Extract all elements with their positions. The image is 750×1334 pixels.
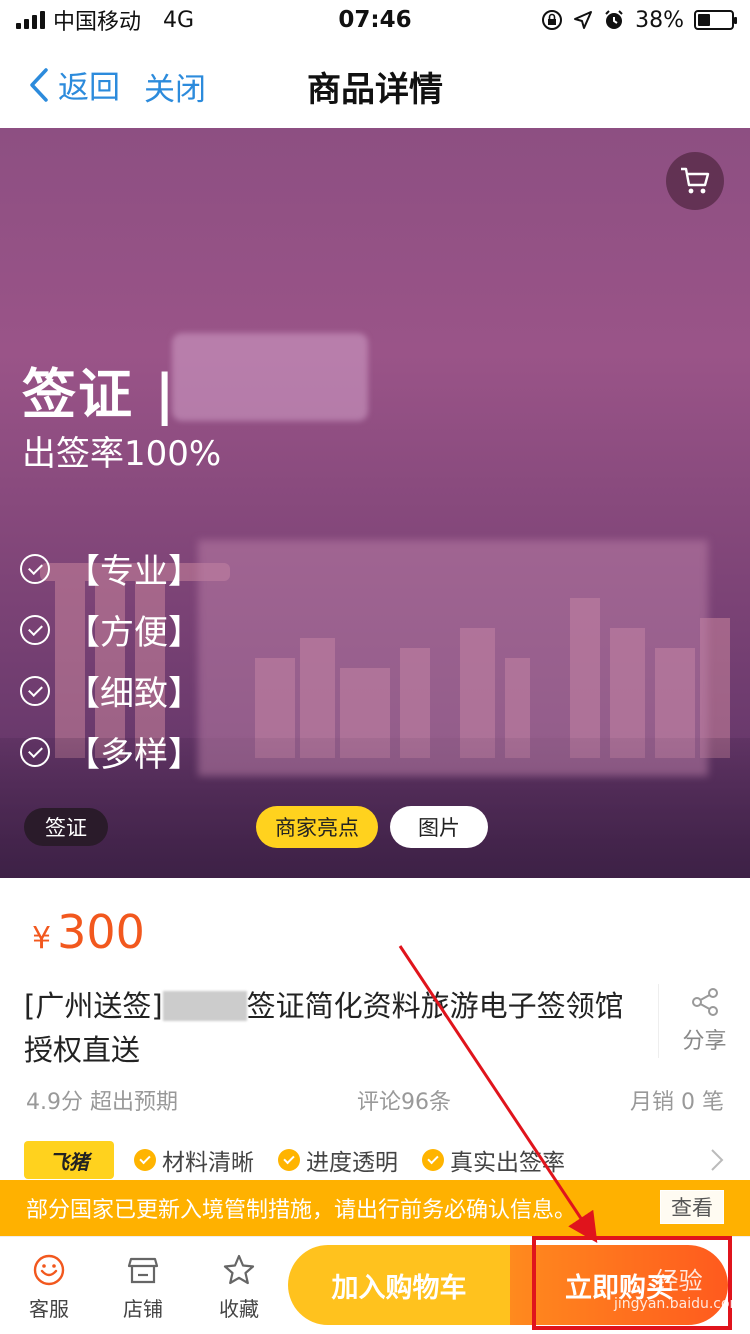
add-to-cart-button[interactable]: 加入购物车 (288, 1245, 510, 1325)
category-tag: 签证 (24, 808, 108, 846)
check-badge-icon (422, 1149, 444, 1171)
bottom-action-bar: 客服 店铺 收藏 加入购物车 立即购买 (0, 1236, 750, 1334)
price: ¥ 300 (32, 905, 145, 959)
signal-icon (16, 11, 45, 29)
product-hero-image[interactable]: 签证 | 出签率100% 【专业】 【方便】 【细致】 【多样】 签证 商家亮点… (0, 128, 750, 878)
battery-icon (694, 10, 737, 30)
battery-fill (698, 14, 711, 26)
chevron-right-icon[interactable] (710, 1148, 724, 1178)
feature-item: 【专业】 (20, 538, 202, 599)
star-icon (223, 1254, 255, 1285)
carrier-label: 中国移动 (53, 10, 142, 35)
share-icon (691, 988, 718, 1016)
store-label: 店铺 (123, 1297, 163, 1321)
store-button[interactable]: 店铺 (108, 1253, 178, 1322)
check-badge-icon (278, 1149, 300, 1171)
page-title: 商品详情 (307, 70, 443, 110)
redacted-text (162, 991, 247, 1021)
check-circle-icon (20, 614, 50, 645)
cart-icon (681, 167, 710, 194)
feature-item: 【多样】 (20, 721, 202, 782)
alarm-icon (605, 10, 623, 29)
check-circle-icon (20, 736, 50, 767)
feature-label: 【方便】 (66, 613, 202, 653)
check-badge-icon (134, 1149, 156, 1171)
share-button[interactable]: 分享 (658, 984, 750, 1058)
status-bar: 中国移动 4G 07:46 38% (0, 0, 750, 40)
badge-label: 真实出签率 (450, 1150, 565, 1176)
badge-item: 材料清晰 (134, 1143, 254, 1177)
network-label: 4G (163, 7, 195, 33)
feature-label: 【细致】 (66, 674, 202, 714)
customer-service-icon (33, 1254, 65, 1286)
favorite-button[interactable]: 收藏 (204, 1253, 274, 1322)
currency-symbol: ¥ (32, 921, 52, 956)
customer-service-label: 客服 (29, 1297, 69, 1321)
feature-label: 【多样】 (66, 735, 202, 775)
store-icon (127, 1257, 159, 1284)
rotation-lock-icon (542, 10, 563, 30)
cart-button[interactable] (666, 152, 724, 210)
redacted-text (172, 333, 368, 421)
check-circle-icon (20, 553, 50, 584)
product-title-prefix: [广州送签] (24, 989, 163, 1023)
feature-item: 【细致】 (20, 660, 202, 721)
service-badges[interactable]: 飞猪 材料清晰 进度透明 真实出签率 (24, 1140, 744, 1180)
share-label: 分享 (682, 1029, 727, 1054)
hero-subtitle: 出签率100% (22, 434, 222, 474)
favorite-label: 收藏 (219, 1297, 259, 1321)
tab-images[interactable]: 图片 (390, 806, 488, 848)
feature-label: 【专业】 (66, 552, 202, 592)
badge-label: 材料清晰 (162, 1150, 254, 1176)
notice-text: 部分国家已更新入境管制措施，请出行前务必确认信息。 (26, 1198, 577, 1223)
feature-item: 【方便】 (20, 599, 202, 660)
nav-bar: 返回 关闭 商品详情 (0, 40, 750, 128)
hero-title: 签证 | (22, 363, 177, 426)
monthly-sales: 月销 0 笔 (630, 1090, 724, 1115)
tab-merchant-highlights[interactable]: 商家亮点 (256, 806, 378, 848)
price-value: 300 (57, 905, 145, 959)
comment-count[interactable]: 评论96条 (357, 1084, 451, 1116)
feature-list: 【专业】 【方便】 【细致】 【多样】 (20, 538, 202, 782)
customer-service-button[interactable]: 客服 (14, 1253, 84, 1322)
check-circle-icon (20, 675, 50, 706)
product-stats: 4.9分 超出预期 评论96条 月销 0 笔 (26, 1084, 724, 1116)
battery-percent: 38% (635, 7, 684, 33)
badge-item: 真实出签率 (422, 1143, 565, 1177)
fliggy-logo: 飞猪 (24, 1141, 114, 1179)
product-title: [广州送签] 签证简化资料旅游电子签领馆授权直送 (24, 984, 634, 1072)
status-time: 07:46 (338, 7, 412, 33)
badge-item: 进度透明 (278, 1143, 398, 1177)
buy-now-button[interactable]: 立即购买 (510, 1245, 728, 1325)
view-notice-button[interactable]: 查看 (660, 1190, 724, 1224)
location-icon (574, 11, 593, 29)
rating: 4.9分 超出预期 (26, 1090, 178, 1115)
badge-label: 进度透明 (306, 1150, 398, 1176)
redacted-text (198, 540, 708, 776)
notice-banner: 部分国家已更新入境管制措施，请出行前务必确认信息。 查看 (0, 1180, 750, 1236)
